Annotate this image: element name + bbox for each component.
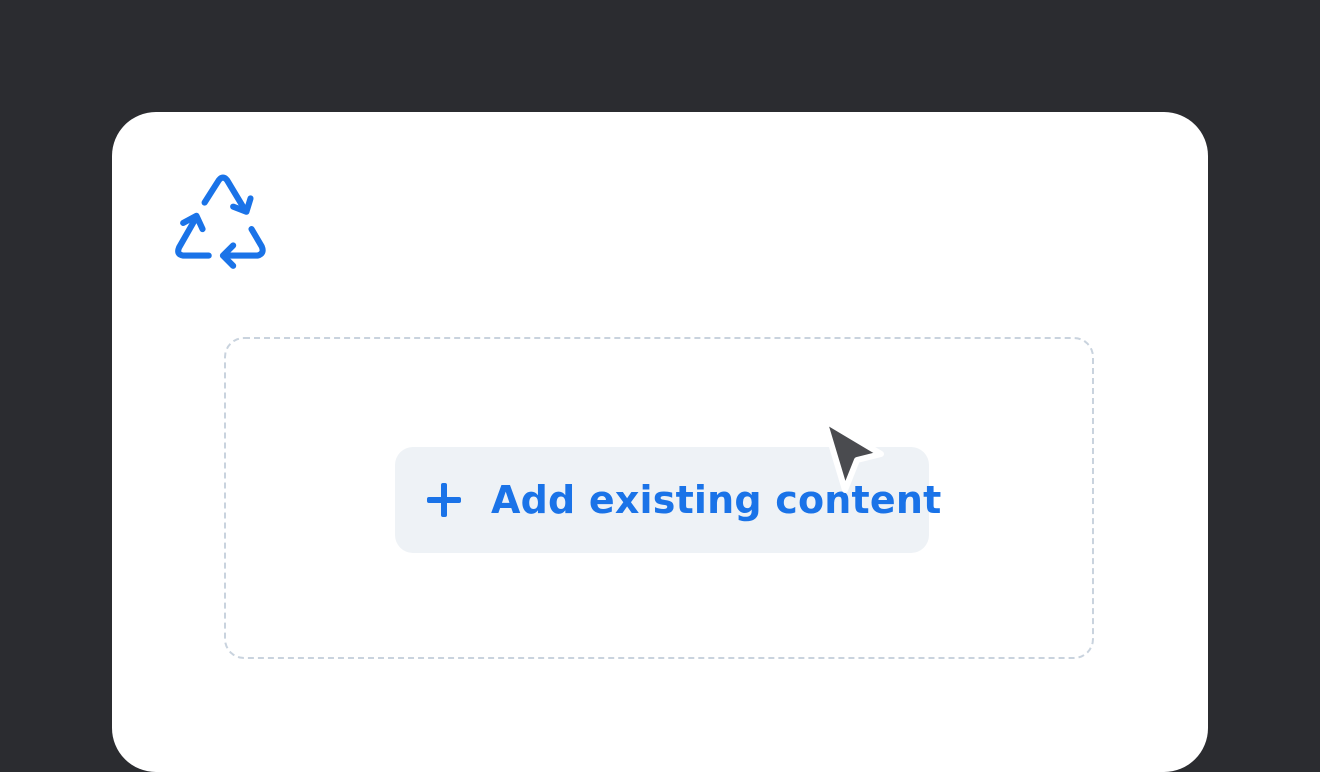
recycle-icon xyxy=(174,174,276,276)
mouse-pointer-icon xyxy=(819,414,885,494)
plus-icon xyxy=(425,481,463,519)
content-card: Add existing content xyxy=(112,112,1208,772)
dropzone[interactable]: Add existing content xyxy=(224,337,1094,659)
